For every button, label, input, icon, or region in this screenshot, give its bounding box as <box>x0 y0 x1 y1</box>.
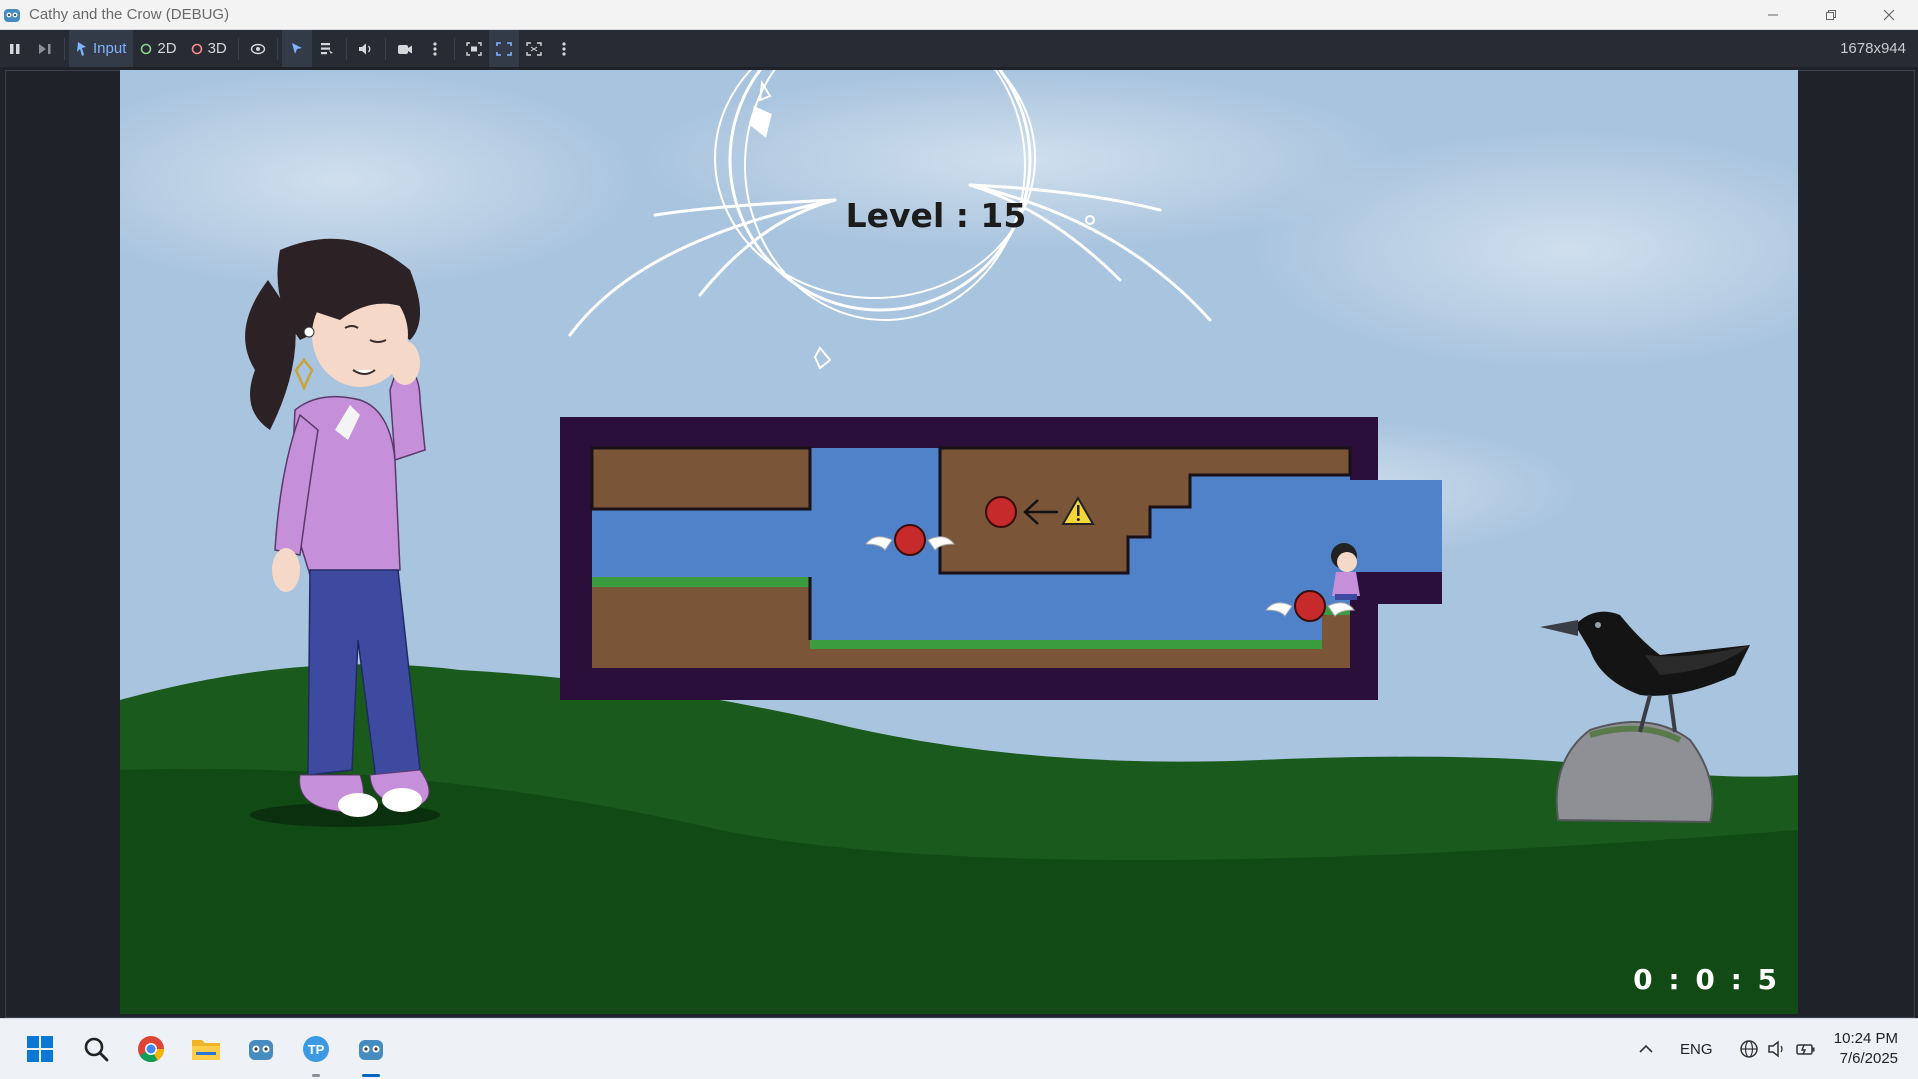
chrome-icon <box>138 1036 165 1063</box>
window-controls <box>1744 0 1918 29</box>
timer-label: 0 : 0 : 5 <box>1633 963 1780 996</box>
battery-icon[interactable] <box>1795 1039 1817 1059</box>
audio-button[interactable] <box>351 30 381 67</box>
next-frame-icon <box>39 43 51 54</box>
eye-icon <box>250 43 265 54</box>
file-explorer-button[interactable] <box>182 1019 230 1079</box>
language-indicator[interactable]: ENG <box>1680 1041 1713 1058</box>
input-toggle[interactable]: Input <box>69 30 134 67</box>
visibility-button[interactable] <box>243 30 273 67</box>
toolbar-separator <box>345 37 347 60</box>
red-ball-icon <box>985 496 1017 528</box>
toolbar-separator <box>276 37 278 60</box>
svg-text:TP: TP <box>308 1042 325 1057</box>
volume-icon[interactable] <box>1767 1039 1787 1059</box>
restore-icon <box>1826 9 1836 20</box>
camera-button[interactable] <box>390 30 420 67</box>
system-tray: ENG <box>1638 1019 1817 1079</box>
pause-button[interactable] <box>0 30 30 67</box>
speaker-icon <box>358 43 371 54</box>
active-indicator <box>362 1074 380 1077</box>
restore-button[interactable] <box>1802 0 1860 29</box>
godot-game-icon <box>359 1040 383 1060</box>
chrome-button[interactable] <box>127 1019 175 1079</box>
start-button[interactable] <box>16 1019 64 1079</box>
select-mode-button[interactable] <box>281 30 312 67</box>
frame-icon <box>466 41 482 56</box>
pause-icon <box>10 43 20 54</box>
level-label: Level : 15 <box>845 196 1027 235</box>
dirt-block <box>590 446 812 511</box>
grass-strip <box>810 640 1322 649</box>
system-clock[interactable]: 10:24 PM 7/6/2025 <box>1834 1029 1898 1069</box>
toolbar-separator <box>384 37 386 60</box>
list-select-button[interactable] <box>312 30 342 67</box>
tp-app-button[interactable]: TP <box>292 1019 340 1079</box>
input-label: Input <box>93 40 127 57</box>
search-button[interactable] <box>72 1019 120 1079</box>
close-icon <box>1883 9 1895 20</box>
fullscreen-button[interactable] <box>519 30 549 67</box>
view-options-button[interactable] <box>549 30 579 67</box>
frame-selection-button[interactable] <box>459 30 489 67</box>
mode-2d-label: 2D <box>157 40 177 57</box>
camera-options-button[interactable] <box>420 30 450 67</box>
network-icon[interactable] <box>1739 1039 1759 1059</box>
chevron-up-icon[interactable] <box>1638 1043 1654 1055</box>
window-title: Cathy and the Crow (DEBUG) <box>29 6 230 23</box>
fullscreen-icon <box>526 41 542 56</box>
taskbar: TP ENG 10:24 PM 7/6/2025 <box>0 1018 1918 1079</box>
godot-app-icon <box>4 8 20 22</box>
minimize-icon <box>1768 14 1778 15</box>
game-viewport[interactable]: Level : 15 0 : 0 : 5 <box>120 70 1798 1014</box>
fit-icon <box>495 41 512 56</box>
ground-left <box>592 577 810 668</box>
level-preview <box>560 417 1442 700</box>
mode-2d-toggle[interactable]: 2D <box>133 30 183 67</box>
toolbar-separator <box>64 37 65 60</box>
toolbar-separator <box>237 37 239 60</box>
more-vertical-icon <box>433 41 437 56</box>
circle-3d-icon <box>191 43 202 54</box>
camera-icon <box>397 44 412 54</box>
close-button[interactable] <box>1860 0 1918 29</box>
search-icon <box>84 1037 109 1062</box>
godot-editor-button[interactable] <box>237 1019 285 1079</box>
godot-game-button[interactable] <box>347 1019 395 1079</box>
clock-date: 7/6/2025 <box>1839 1050 1898 1067</box>
input-icon <box>77 41 86 56</box>
running-indicator <box>312 1074 320 1077</box>
file-explorer-icon <box>192 1040 220 1060</box>
fit-viewport-button[interactable] <box>488 30 519 67</box>
start-icon <box>27 1036 53 1062</box>
tp-icon: TP <box>303 1036 329 1062</box>
circle-2d-icon <box>141 43 152 54</box>
cursor-icon <box>291 42 302 54</box>
minimize-button[interactable] <box>1744 0 1802 29</box>
mode-3d-label: 3D <box>207 40 227 57</box>
toolbar-separator <box>453 37 455 60</box>
more-vertical-icon <box>562 41 566 56</box>
clock-time: 10:24 PM <box>1833 1030 1898 1047</box>
grass-strip <box>592 577 810 587</box>
godot-icon <box>249 1040 273 1060</box>
mode-3d-toggle[interactable]: 3D <box>184 30 234 67</box>
debug-toolbar: Input 2D 3D 1678x944 <box>0 30 1918 67</box>
window-title-bar: Cathy and the Crow (DEBUG) <box>0 0 1918 30</box>
next-frame-button[interactable] <box>30 30 60 67</box>
exit-opening <box>1350 480 1442 572</box>
list-icon <box>320 42 333 55</box>
resolution-label: 1678x944 <box>1840 40 1906 57</box>
